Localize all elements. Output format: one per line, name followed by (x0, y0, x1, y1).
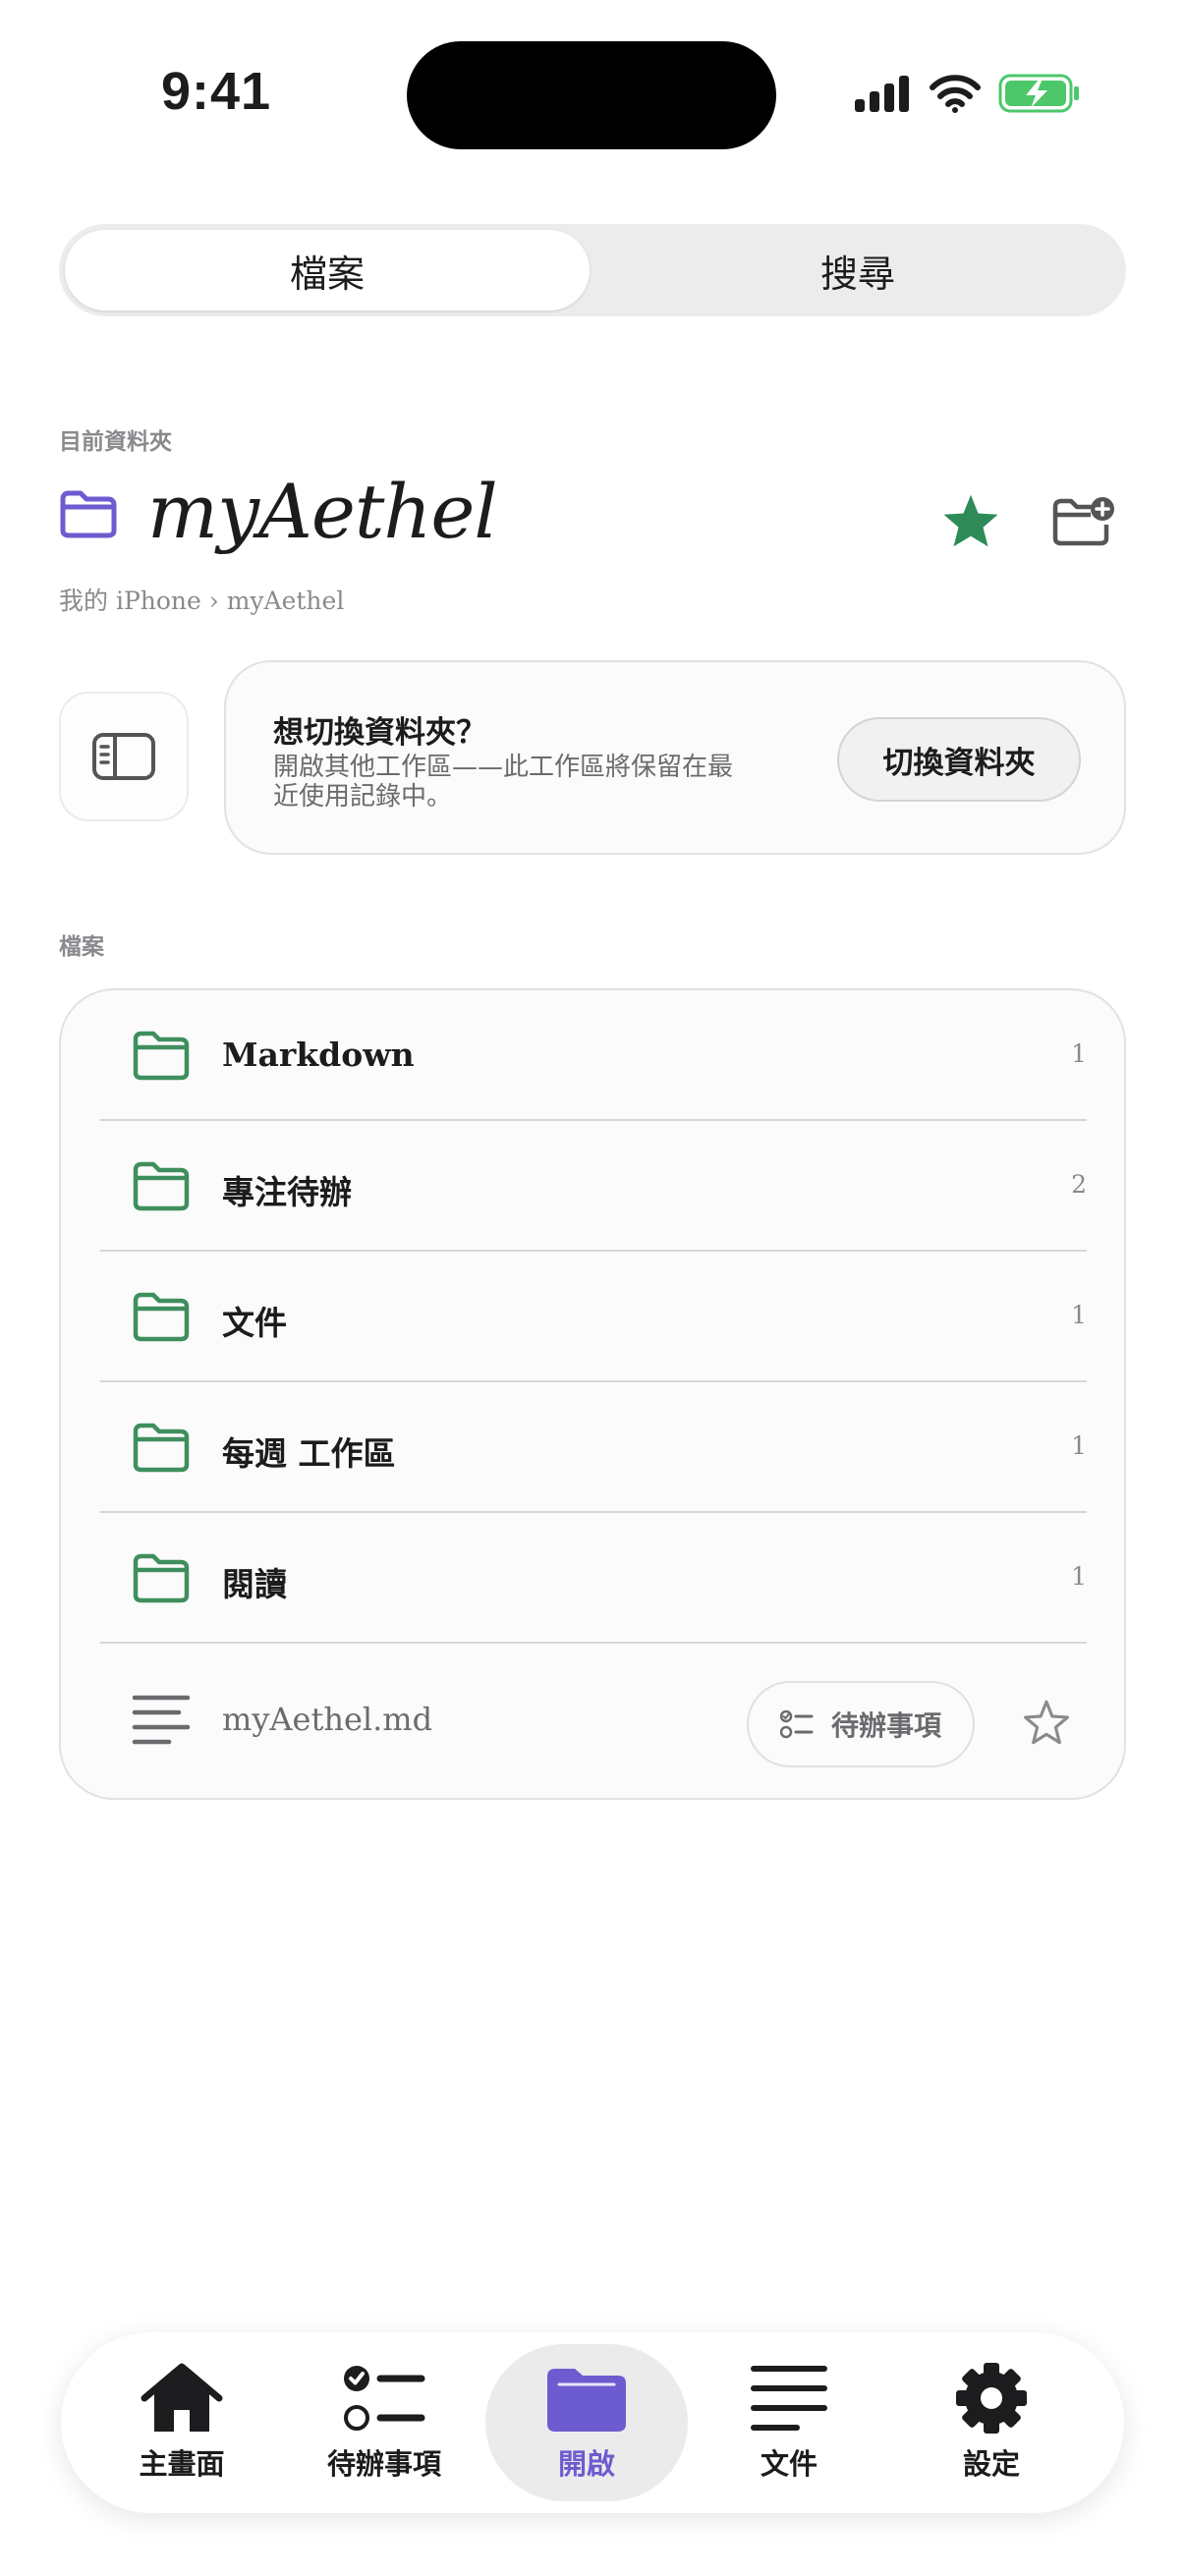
todo-chip-label: 待辦事項 (830, 1709, 941, 1742)
current-folder-label: 目前資料夾 (59, 429, 172, 455)
current-folder-title: myAethel (147, 468, 498, 555)
status-icons (853, 71, 1081, 116)
folder-icon (133, 1292, 190, 1342)
folder-item-count: 1 (1071, 1562, 1087, 1591)
tab-todo[interactable]: 待辦事項 (283, 2344, 485, 2501)
todo-chip-button[interactable]: 待辦事項 (747, 1681, 975, 1767)
tab-label: 主畫面 (139, 2447, 225, 2481)
text-lines-icon (751, 2366, 827, 2431)
tab-label: 文件 (760, 2447, 818, 2481)
folder-add-icon (1052, 497, 1114, 546)
switch-folder-description: 開啟其他工作區——此工作區將保留在最近使用記錄中。 (273, 753, 734, 812)
tab-home[interactable]: 主畫面 (81, 2344, 283, 2501)
folder-row-markdown[interactable]: Markdown 1 (100, 990, 1087, 1121)
segment-search[interactable]: 搜尋 (595, 230, 1120, 310)
folder-name: 閱讀 (222, 1565, 287, 1603)
favorite-button[interactable] (931, 483, 1010, 558)
sidebar-icon (92, 733, 155, 780)
document-name: myAethel.md (222, 1701, 433, 1738)
tab-documents[interactable]: 文件 (688, 2344, 890, 2501)
folder-breadcrumb: 我的 iPhone › myAethel (59, 587, 345, 615)
folder-row-weekly-workspace[interactable]: 每週 工作區 1 (100, 1382, 1087, 1513)
folder-icon (133, 1423, 190, 1473)
cellular-signal-icon (855, 76, 909, 112)
folder-icon (547, 2369, 626, 2432)
house-icon (141, 2363, 223, 2432)
status-bar: 9:41 (0, 0, 1185, 187)
checklist-icon (779, 1709, 814, 1739)
tab-label: 設定 (962, 2447, 1020, 2481)
folder-row-focus-todo[interactable]: 專注待辦 2 (100, 1121, 1087, 1252)
files-search-segmented-control: 檔案 搜尋 (59, 224, 1126, 316)
folder-row-documents[interactable]: 文件 1 (100, 1252, 1087, 1382)
folder-row-reading[interactable]: 閱讀 1 (100, 1513, 1087, 1644)
folder-name: 專注待辦 (222, 1173, 352, 1211)
folder-name: 每週 工作區 (222, 1434, 396, 1473)
dynamic-island (407, 41, 776, 149)
folder-name: 文件 (222, 1304, 287, 1342)
folder-item-count: 1 (1071, 1301, 1087, 1329)
tab-open[interactable]: 開啟 (485, 2344, 688, 2501)
document-row[interactable]: myAethel.md 待辦事項 (100, 1644, 1087, 1798)
folder-item-count: 1 (1071, 1431, 1087, 1460)
files-section-label: 檔案 (59, 934, 104, 960)
segment-files[interactable]: 檔案 (65, 230, 590, 310)
battery-charging-icon (998, 74, 1079, 113)
folder-icon (60, 490, 117, 538)
switch-folder-card: 想切換資料夾？ 開啟其他工作區——此工作區將保留在最近使用記錄中。 切換資料夾 (224, 660, 1126, 855)
tab-settings[interactable]: 設定 (890, 2344, 1093, 2501)
folder-item-count: 1 (1071, 1039, 1087, 1068)
folder-icon (133, 1553, 190, 1603)
star-outline-icon[interactable] (1022, 1699, 1071, 1746)
tab-label: 開啟 (557, 2447, 615, 2481)
star-filled-icon (943, 494, 998, 547)
folder-item-count: 2 (1071, 1170, 1087, 1199)
gear-icon (956, 2363, 1027, 2434)
wifi-icon (930, 75, 981, 113)
folder-name: Markdown (222, 1036, 415, 1074)
current-folder-header: myAethel (59, 462, 1126, 570)
switch-folder-title: 想切換資料夾？ (273, 715, 486, 751)
files-list: Markdown 1 專注待辦 2 文件 1 每週 工作區 1 閱讀 1 myA… (59, 988, 1126, 1800)
sidebar-toggle-button[interactable] (59, 692, 189, 821)
folder-icon (133, 1161, 190, 1211)
document-lines-icon (132, 1695, 191, 1745)
folder-icon (133, 1031, 190, 1081)
checklist-icon (344, 2366, 425, 2431)
switch-folder-button[interactable]: 切換資料夾 (837, 717, 1081, 802)
status-time: 9:41 (160, 62, 272, 121)
new-folder-button[interactable] (1042, 483, 1126, 558)
tab-bar: 主畫面 待辦事項 開啟 文件 設定 (61, 2332, 1124, 2513)
tab-label: 待辦事項 (326, 2447, 441, 2481)
